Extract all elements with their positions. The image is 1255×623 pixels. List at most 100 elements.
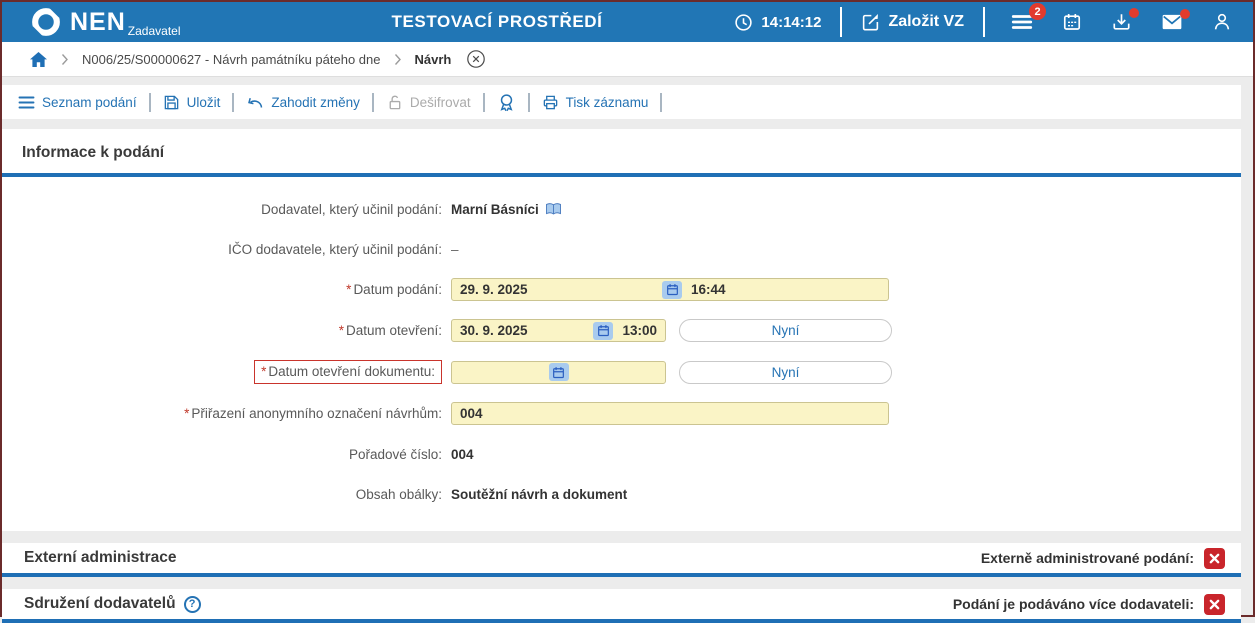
section-title: Sdružení dodavatelů — [24, 595, 176, 613]
toolbar-separator — [232, 93, 234, 112]
section-externi-administrace: Externí administrace Externě administrov… — [2, 543, 1241, 577]
required-mark: * — [339, 323, 344, 338]
toolbar-ulozit[interactable]: Uložit — [161, 94, 223, 111]
field-row-ico: IČO dodavatele, který učinil podání: – — [2, 238, 1241, 260]
open-detail-book-icon[interactable] — [545, 202, 562, 216]
header-separator — [983, 7, 985, 37]
brand-role: Zadavatel — [128, 24, 181, 38]
printer-icon — [542, 94, 559, 111]
menu-notification-badge: 2 — [1029, 3, 1046, 20]
dodavatel-value: Marní Básníci — [451, 202, 539, 217]
field-row-datum-otevreni-dokumentu: *Datum otevření dokumentu: Nyní — [2, 360, 1241, 384]
messages-alert-dot — [1180, 9, 1190, 19]
breadcrumb: N006/25/S00000627 - Návrh památníku páte… — [2, 42, 1253, 77]
breadcrumb-item-current: Návrh — [415, 52, 452, 67]
calendar-button[interactable] — [1055, 12, 1089, 32]
datum-otevreni-input[interactable]: 30. 9. 2025 13:00 — [451, 319, 666, 342]
downloads-alert-dot — [1129, 8, 1139, 18]
toolbar-separator — [149, 93, 151, 112]
main-menu-button[interactable]: 2 — [1004, 12, 1040, 32]
create-vz-button[interactable]: Založit VZ — [861, 13, 964, 32]
toolbar-zahodit-zmeny[interactable]: Zahodit změny — [244, 95, 362, 110]
prirazeni-input[interactable]: 004 — [451, 402, 889, 425]
datum-otevreni-time[interactable]: 13:00 — [622, 323, 657, 338]
datum-otevreni-date[interactable]: 30. 9. 2025 — [460, 323, 593, 338]
datum-podani-date[interactable]: 29. 9. 2025 — [460, 282, 662, 297]
toolbar-label: Uložit — [187, 95, 221, 110]
toolbar-separator — [528, 93, 530, 112]
extern-toggle-no-icon[interactable] — [1204, 548, 1225, 569]
app-header: NEN Zadavatel TESTOVACÍ PROSTŘEDÍ 14:14:… — [2, 2, 1253, 42]
field-label: Dodavatel, který učinil podání: — [2, 202, 442, 217]
field-row-obsah-obalky: Obsah obálky: Soutěžní návrh a dokument — [2, 483, 1241, 505]
server-time: 14:14:12 — [734, 13, 821, 32]
field-row-datum-otevreni: *Datum otevření: 30. 9. 2025 13:00 Nyní — [2, 319, 1241, 342]
obsah-obalky-value: Soutěžní návrh a dokument — [451, 487, 627, 502]
field-label: Obsah obálky: — [2, 487, 442, 502]
toolbar-separator — [372, 93, 374, 112]
nen-brand[interactable]: NEN Zadavatel — [30, 6, 181, 38]
extern-toggle-label: Externě administrované podání: — [981, 550, 1194, 566]
calendar-picker-icon[interactable] — [593, 322, 613, 340]
brand-name: NEN — [70, 10, 126, 35]
section-title: Externí administrace — [24, 549, 176, 567]
toolbar-certificate-button[interactable] — [495, 93, 518, 112]
create-vz-label: Založit VZ — [888, 13, 964, 31]
messages-button[interactable] — [1154, 13, 1190, 31]
nyni-button[interactable]: Nyní — [679, 319, 892, 342]
help-icon[interactable]: ? — [184, 596, 201, 613]
list-icon — [18, 95, 35, 110]
toolbar-label: Zahodit změny — [271, 95, 360, 110]
field-label: IČO dodavatele, který učinil podání: — [2, 242, 442, 257]
unlock-icon — [386, 94, 403, 111]
close-tab-icon[interactable] — [466, 49, 486, 69]
sdruzeni-toggle-no-icon[interactable] — [1204, 594, 1225, 615]
calendar-picker-icon[interactable] — [549, 363, 569, 381]
required-mark: * — [261, 364, 266, 379]
highlighted-required-label: *Datum otevření dokumentu: — [254, 360, 442, 384]
field-row-dodavatel: Dodavatel, který učinil podání: Marní Bá… — [2, 198, 1241, 220]
record-toolbar: Seznam podání Uložit Zahodit změny Dešif… — [2, 85, 1241, 119]
edit-icon — [861, 13, 880, 32]
prirazeni-value[interactable]: 004 — [460, 406, 483, 421]
award-ribbon-icon — [497, 93, 516, 112]
required-mark: * — [346, 282, 351, 297]
save-icon — [163, 94, 180, 111]
undo-icon — [246, 95, 264, 110]
field-row-prirazeni: *Přiřazení anonymního označení návrhům: … — [2, 402, 1241, 425]
section-sdruzeni-dodavatelu: Sdružení dodavatelů ? Podání je podáváno… — [2, 589, 1241, 623]
field-label: Datum otevření: — [346, 323, 442, 338]
calendar-picker-icon[interactable] — [662, 281, 682, 299]
breadcrumb-item-procurement[interactable]: N006/25/S00000627 - Návrh památníku páte… — [82, 52, 381, 67]
poradove-cislo-value: 004 — [451, 447, 474, 462]
datum-podani-time[interactable]: 16:44 — [691, 282, 726, 297]
toolbar-separator — [483, 93, 485, 112]
calendar-icon — [1062, 12, 1082, 32]
chevron-right-icon — [61, 53, 69, 66]
required-mark: * — [184, 406, 189, 421]
toolbar-separator — [660, 93, 662, 112]
header-separator — [840, 7, 842, 37]
toolbar-desifrovat: Dešifrovat — [384, 94, 473, 111]
nen-logo-icon — [30, 6, 62, 38]
environment-title: TESTOVACÍ PROSTŘEDÍ — [391, 12, 602, 32]
home-icon[interactable] — [29, 51, 48, 68]
toolbar-label: Seznam podání — [42, 95, 137, 110]
downloads-button[interactable] — [1104, 12, 1139, 32]
section-title: Informace k podání — [2, 129, 1241, 173]
server-time-value: 14:14:12 — [761, 14, 821, 31]
toolbar-label: Tisk záznamu — [566, 95, 649, 110]
field-label: Datum podání: — [353, 282, 442, 297]
datum-podani-input[interactable]: 29. 9. 2025 16:44 — [451, 278, 889, 301]
toolbar-tisk-zaznamu[interactable]: Tisk záznamu — [540, 94, 651, 111]
nyni-button[interactable]: Nyní — [679, 361, 892, 384]
field-row-poradove-cislo: Pořadové číslo: 004 — [2, 443, 1241, 465]
toolbar-seznam-podani[interactable]: Seznam podání — [16, 95, 139, 110]
datum-otevreni-dokumentu-input[interactable] — [451, 361, 666, 384]
toolbar-label: Dešifrovat — [410, 95, 471, 110]
field-label: Pořadové číslo: — [2, 447, 442, 462]
sdruzeni-toggle-label: Podání je podáváno více dodavateli: — [953, 596, 1194, 612]
user-profile-button[interactable] — [1205, 12, 1239, 32]
section-informace-k-podani: Informace k podání Dodavatel, který učin… — [2, 129, 1241, 531]
user-icon — [1212, 12, 1232, 32]
